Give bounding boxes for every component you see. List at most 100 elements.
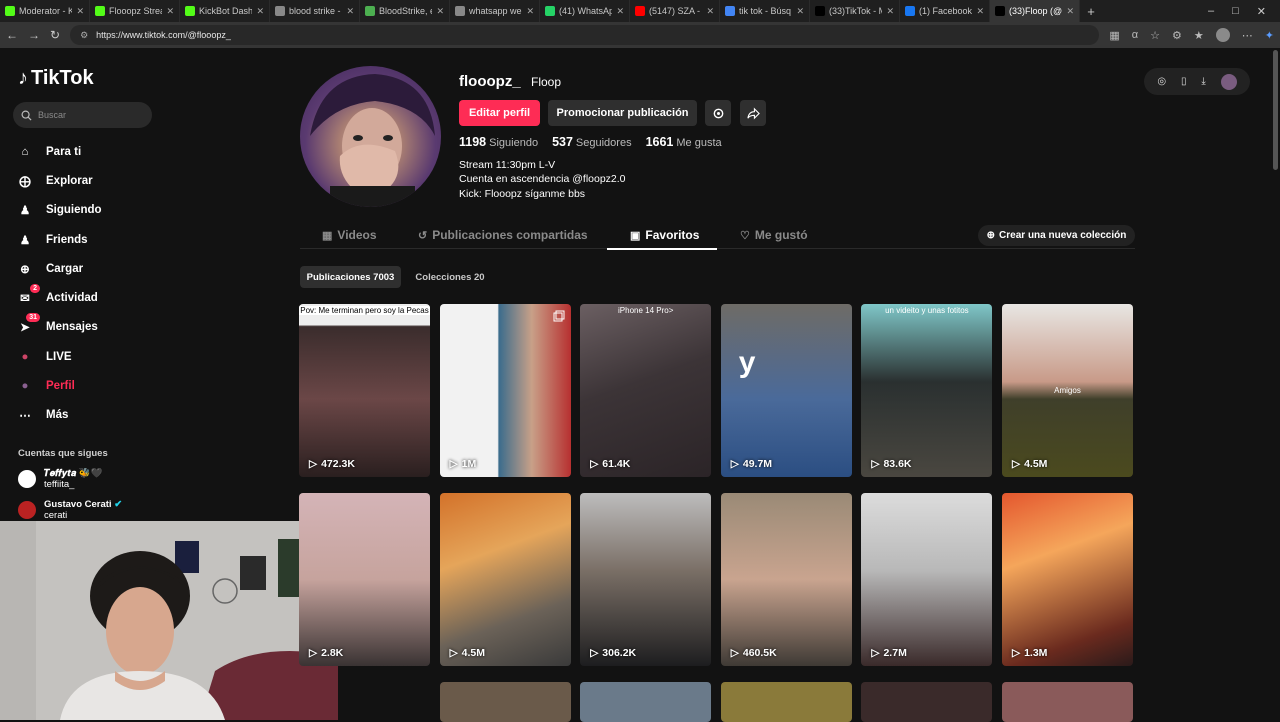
- profile-avatar[interactable]: [300, 66, 441, 207]
- close-tab-icon[interactable]: ✕: [976, 6, 984, 17]
- maximize-icon[interactable]: □: [1232, 5, 1239, 18]
- browser-tab[interactable]: blood strike - ✕: [270, 0, 360, 22]
- sidebar-item-siguiendo[interactable]: ♟ Siguiendo: [16, 196, 166, 225]
- video-card[interactable]: [1002, 682, 1133, 722]
- sidebar-item-para-ti[interactable]: ⌂ Para ti: [16, 137, 166, 166]
- close-tab-icon[interactable]: ✕: [256, 6, 264, 17]
- video-card[interactable]: [439, 682, 571, 722]
- video-card[interactable]: ▷ 1M: [439, 304, 571, 477]
- back-icon[interactable]: ←: [6, 28, 18, 42]
- promote-post-button[interactable]: Promocionar publicación: [548, 100, 697, 126]
- video-card[interactable]: [861, 682, 993, 722]
- sidebar-item-live[interactable]: ● LIVE: [16, 342, 166, 371]
- url-field[interactable]: ⚙ https://www.tiktok.com/@flooopz_: [70, 25, 1100, 45]
- play-icon: ▷: [1012, 458, 1021, 470]
- browser-tab[interactable]: BloodStrike, el ✕: [360, 0, 450, 22]
- play-icon: ▷: [730, 647, 739, 659]
- tab-title: Flooopz Strea: [109, 6, 163, 16]
- tab-title: (1) Facebook: [919, 6, 973, 16]
- edit-profile-button[interactable]: Editar perfil: [459, 100, 540, 126]
- video-card[interactable]: iPhone 14 Pro> ▷ 61.4K: [580, 304, 712, 477]
- play-icon: ▷: [730, 458, 739, 470]
- coins-icon[interactable]: ◎: [1157, 76, 1166, 87]
- close-tab-icon[interactable]: ✕: [706, 6, 714, 17]
- following-account[interactable]: 𝑻𝒆𝒇𝒇𝒚𝒕𝒂 🐝🖤 teffiita_: [18, 468, 102, 490]
- tab-liked[interactable]: ♡ Me gustó: [740, 228, 808, 242]
- followers-stat[interactable]: 537 Seguidores: [552, 135, 632, 149]
- sidebar-item-actividad[interactable]: ✉ 2 Actividad: [16, 283, 166, 312]
- copilot-icon[interactable]: ✦: [1265, 29, 1274, 42]
- video-card[interactable]: [580, 682, 712, 722]
- favorites-icon[interactable]: ★: [1194, 29, 1204, 42]
- sidebar-item-explorar[interactable]: ⨁ Explorar: [16, 166, 166, 195]
- close-tab-icon[interactable]: ✕: [616, 6, 624, 17]
- close-tab-icon[interactable]: ✕: [796, 6, 804, 17]
- video-card[interactable]: Amigos ▷ 4.5M: [1002, 304, 1133, 477]
- sidebar-item-friends[interactable]: ♟ Friends: [16, 225, 166, 254]
- browser-tab[interactable]: (33)TikTok - M ✕: [810, 0, 900, 22]
- view-count: ▷ 4.5M: [449, 647, 486, 659]
- close-tab-icon[interactable]: ✕: [166, 6, 174, 17]
- video-card[interactable]: ▷ 2.8K: [299, 493, 430, 666]
- browser-tab[interactable]: whatsapp web ✕: [450, 0, 540, 22]
- search-placeholder: Buscar: [38, 110, 67, 120]
- browser-tab[interactable]: Moderator - K ✕: [0, 0, 90, 22]
- translate-icon[interactable]: α: [1132, 29, 1138, 41]
- new-tab-button[interactable]: +: [1080, 4, 1102, 19]
- browser-tab[interactable]: (33)Floop (@fl ✕: [990, 0, 1080, 22]
- bookmark-star-icon[interactable]: ☆: [1150, 29, 1160, 42]
- following-account[interactable]: Gustavo Cerati ✔ cerati: [18, 499, 122, 521]
- scrollbar[interactable]: [1273, 50, 1278, 170]
- sidebar-item-cargar[interactable]: ⊕ Cargar: [16, 254, 166, 283]
- user-avatar[interactable]: [1220, 73, 1237, 90]
- search-input[interactable]: Buscar: [13, 102, 152, 128]
- video-card[interactable]: ▷ 460.5K: [720, 493, 852, 666]
- close-window-icon[interactable]: ✕: [1257, 5, 1266, 18]
- browser-tab[interactable]: (5147) SZA - K ✕: [630, 0, 720, 22]
- close-tab-icon[interactable]: ✕: [436, 6, 444, 17]
- tab-favorites[interactable]: ▣ Favoritos: [630, 228, 699, 242]
- browser-tab[interactable]: (1) Facebook ✕: [900, 0, 990, 22]
- browser-tab[interactable]: Flooopz Strea ✕: [90, 0, 180, 22]
- menu-dots-icon[interactable]: ⋯: [1242, 29, 1253, 42]
- video-card[interactable]: Pov: Me terminan pero soy la Pecas ▷ 472.3…: [299, 304, 430, 477]
- publications-chip[interactable]: Publicaciones 7003: [300, 266, 401, 288]
- sidebar-item-mensajes[interactable]: ➤ 31 Mensajes: [16, 313, 166, 342]
- video-card[interactable]: ▷ 2.7M: [861, 493, 993, 666]
- settings-button[interactable]: [705, 100, 731, 126]
- site-info-icon[interactable]: ⚙: [80, 30, 88, 41]
- video-card[interactable]: ▷ 1.3M: [1002, 493, 1133, 666]
- minimize-icon[interactable]: –: [1208, 5, 1214, 18]
- forward-icon[interactable]: →: [28, 28, 40, 42]
- sidebar-item-más[interactable]: ⋯ Más: [16, 401, 166, 430]
- tab-favicon-icon: [905, 6, 915, 16]
- collections-chip[interactable]: Colecciones 20: [408, 266, 492, 288]
- reload-icon[interactable]: ↻: [50, 28, 60, 42]
- browser-tab[interactable]: tik tok - Búsq ✕: [720, 0, 810, 22]
- close-tab-icon[interactable]: ✕: [526, 6, 534, 17]
- sidebar-item-perfil[interactable]: ● Perfil: [16, 371, 166, 400]
- install-app-icon[interactable]: ▦: [1109, 29, 1119, 42]
- close-tab-icon[interactable]: ✕: [1066, 6, 1074, 17]
- create-collection-button[interactable]: ⊕ Crear una nueva colección: [978, 225, 1135, 246]
- video-card[interactable]: ▷ 306.2K: [580, 493, 712, 666]
- tiktok-logo[interactable]: ♪ TikTok: [18, 67, 94, 90]
- video-card[interactable]: [720, 682, 852, 722]
- browser-profile-avatar[interactable]: [1215, 28, 1230, 42]
- close-tab-icon[interactable]: ✕: [346, 6, 354, 17]
- share-profile-button[interactable]: [740, 100, 766, 126]
- profile-bio: Stream 11:30pm L-V Cuenta en ascendencia…: [459, 158, 626, 201]
- download-icon[interactable]: ⤓: [1201, 76, 1205, 87]
- video-card[interactable]: ▷ 4.5M: [439, 493, 571, 666]
- video-card[interactable]: y ▷ 49.7M: [720, 304, 852, 477]
- tab-videos[interactable]: ▦ Videos: [322, 228, 377, 242]
- phone-icon[interactable]: ▯: [1181, 76, 1187, 87]
- video-card[interactable]: un videito y unas fotitos ▷ 83.6K: [861, 304, 993, 477]
- close-tab-icon[interactable]: ✕: [886, 6, 894, 17]
- following-stat[interactable]: 1198 Siguiendo: [459, 135, 538, 149]
- browser-tab[interactable]: (41) WhatsApp ✕: [540, 0, 630, 22]
- browser-tab[interactable]: KickBot Dashb ✕: [180, 0, 270, 22]
- close-tab-icon[interactable]: ✕: [76, 6, 84, 17]
- tab-reposts[interactable]: ↺ Publicaciones compartidas: [418, 228, 588, 242]
- extensions-icon[interactable]: ⚙: [1172, 29, 1182, 42]
